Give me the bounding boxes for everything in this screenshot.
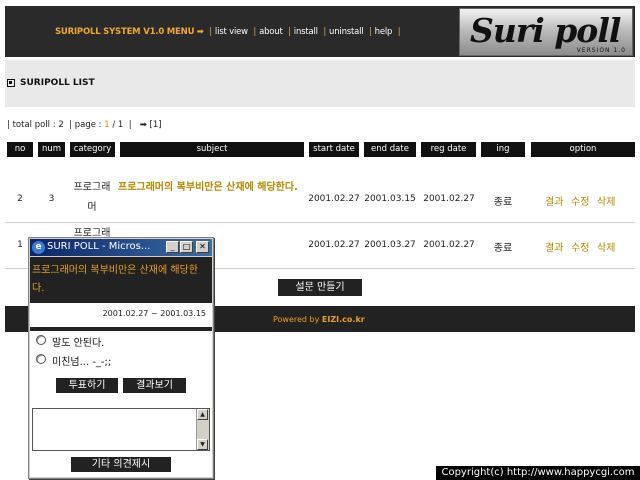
cell-category: 프로그래머 [73, 182, 111, 213]
delete-link[interactable]: 삭제 [597, 239, 615, 254]
scroll-down-icon[interactable]: ▼ [197, 439, 208, 450]
powered-by-text: Powered by EIZI.co.kr [273, 315, 365, 324]
cell-reg-date: 2001.02.27 [423, 240, 475, 250]
textarea-scrollbar[interactable]: ▲ ▼ [196, 409, 209, 450]
cell-end-date: 2001.03.27 [364, 240, 416, 250]
comment-textarea[interactable]: ▲ ▼ [32, 408, 210, 451]
poll-popup-window: e SURI POLL - Micros... _ □ ✕ 프로그래머의 복부비… [28, 237, 214, 479]
top-menu: SURIPOLL SYSTEM V1.0 MENU ➡ | list view |… [55, 27, 401, 37]
header-subject: subject [120, 142, 304, 157]
header-end-date: end date [364, 142, 416, 157]
menu-item-install[interactable]: install [294, 27, 318, 37]
cell-ing: 종료 [493, 197, 513, 208]
powered-prefix: Powered by [273, 315, 322, 324]
ie-icon: e [32, 241, 45, 254]
option-radio-1[interactable] [36, 335, 46, 345]
delete-link[interactable]: 삭제 [597, 193, 615, 208]
option-radio-2[interactable] [36, 354, 46, 364]
make-poll-button[interactable]: 설문 만들기 [278, 279, 362, 296]
cell-subject[interactable]: 프로그래머의 복부비만은 산재에 해당한다. [118, 178, 302, 198]
page-label: page : [74, 120, 102, 130]
total-poll-label: total poll : [12, 120, 56, 130]
cell-ing: 종료 [493, 243, 513, 254]
logo-version: VERSION 1.0 [576, 47, 626, 54]
option-label-2: 미친넘... -_-;; [52, 357, 112, 368]
result-link[interactable]: 결과 [545, 239, 563, 254]
list-title-band [5, 60, 635, 107]
menu-item-help[interactable]: help [375, 27, 393, 37]
poll-info-line: | total poll : 2 | page : 1 / 1 | ➡ [1] [7, 120, 162, 130]
cell-start-date: 2001.02.27 [308, 194, 360, 204]
arrow-right-icon: ➡ [196, 27, 204, 37]
suri-poll-logo: Suri poll VERSION 1.0 [459, 8, 633, 56]
popup-title: SURI POLL - Micros... [47, 241, 151, 252]
popup-title-bar[interactable]: e SURI POLL - Micros... _ □ ✕ [30, 239, 212, 256]
view-results-button[interactable]: 결과보기 [123, 378, 186, 393]
other-opinion-button[interactable]: 기타 의견제시 [71, 457, 171, 472]
header-option: option [531, 142, 635, 157]
maximize-button[interactable]: □ [180, 241, 193, 253]
minimize-button[interactable]: _ [166, 241, 179, 253]
header-category: category [70, 142, 115, 157]
header-no: no [7, 142, 33, 157]
vote-button[interactable]: 투표하기 [56, 378, 118, 393]
menu-item-about[interactable]: about [259, 27, 283, 37]
menu-item-uninstall[interactable]: uninstall [329, 27, 364, 37]
row-divider [5, 222, 635, 223]
copyright-banner: Copyright(c) http://www.happycgi.com [436, 466, 640, 480]
powered-site-link[interactable]: EIZI.co.kr [322, 315, 365, 324]
cell-num: 3 [48, 194, 55, 204]
scroll-up-icon[interactable]: ▲ [197, 409, 208, 420]
cell-no: 2 [17, 194, 23, 204]
page-total: 1 [117, 120, 124, 130]
option-label-1: 말도 안된다. [52, 338, 105, 349]
poll-date-range: 2001.02.27 ~ 2001.03.15 [102, 309, 206, 318]
header-reg-date: reg date [421, 142, 476, 157]
result-link[interactable]: 결과 [545, 193, 563, 208]
cell-start-date: 2001.02.27 [308, 240, 360, 250]
total-poll-value: 2 [58, 120, 64, 130]
close-button[interactable]: ✕ [196, 241, 209, 253]
header-num: num [38, 142, 65, 157]
edit-link[interactable]: 수정 [571, 239, 589, 254]
poll-question: 프로그래머의 복부비만은 산재에 해당한다. [32, 265, 198, 294]
cell-end-date: 2001.03.15 [364, 194, 416, 204]
popup-divider [30, 327, 212, 331]
header-start-date: start date [309, 142, 359, 157]
popup-body: 프로그래머의 복부비만은 산재에 해당한다. 2001.02.27 ~ 2001… [30, 257, 212, 477]
menu-item-list-view[interactable]: list view [215, 27, 248, 37]
logo-text: Suri poll [470, 11, 621, 50]
question-box: 프로그래머의 복부비만은 산재에 해당한다. [30, 257, 212, 303]
cell-reg-date: 2001.02.27 [423, 194, 475, 204]
system-menu-label: SURIPOLL SYSTEM V1.0 MENU [55, 27, 195, 37]
edit-link[interactable]: 수정 [571, 193, 589, 208]
page-link[interactable]: ➡ [1] [140, 120, 162, 130]
header-ing: ing [481, 142, 525, 157]
page-title: SURIPOLL LIST [20, 78, 95, 88]
page-current: 1 [104, 120, 110, 130]
list-square-icon [7, 79, 15, 87]
